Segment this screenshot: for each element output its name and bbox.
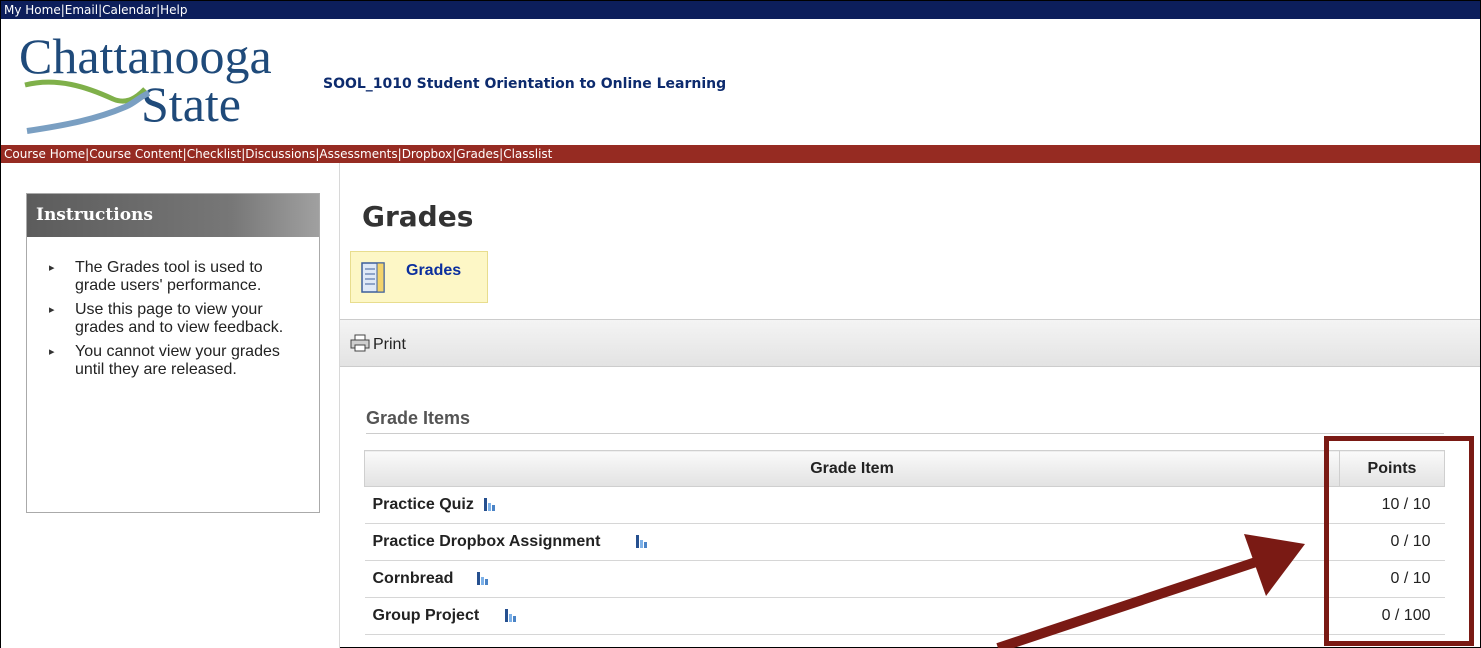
table-row: Group Project 0 / 100 xyxy=(364,597,1445,635)
statistics-icon[interactable] xyxy=(636,534,648,548)
column-header-grade-item: Grade Item xyxy=(364,450,1340,487)
grades-table: Grade Item Points Practice Quiz 10 / 10 … xyxy=(364,450,1445,635)
nav-classlist[interactable]: Classlist xyxy=(503,147,552,161)
instructions-panel: Instructions The Grades tool is used to … xyxy=(26,193,320,513)
statistics-icon[interactable] xyxy=(483,497,496,511)
nav-grades[interactable]: Grades xyxy=(456,147,499,161)
grade-items-heading: Grade Items xyxy=(366,408,471,428)
logo-text-line2: State xyxy=(141,76,241,132)
grade-item-name: Group Project xyxy=(372,607,480,624)
course-nav-bar: Course Home|Course Content|Checklist|Dis… xyxy=(1,145,1480,163)
nav-course-home[interactable]: Course Home xyxy=(4,147,85,161)
nav-assessments[interactable]: Assessments xyxy=(319,147,397,161)
sidebar: Instructions The Grades tool is used to … xyxy=(1,163,340,648)
instructions-list: The Grades tool is used to grade users' … xyxy=(27,237,319,379)
statistics-icon[interactable] xyxy=(477,571,489,585)
top-link-calendar[interactable]: Calendar xyxy=(102,3,156,17)
grades-tab[interactable]: Grades xyxy=(350,251,488,303)
grade-item-cell: Practice Quiz xyxy=(364,486,1340,524)
grade-item-name: Practice Dropbox Assignment xyxy=(372,533,601,550)
table-row: Practice Quiz 10 / 10 xyxy=(364,486,1445,524)
grade-item-cell: Group Project xyxy=(364,597,1340,635)
page-title: Grades xyxy=(362,200,474,233)
top-link-help[interactable]: Help xyxy=(160,3,187,17)
statistics-icon[interactable] xyxy=(505,608,517,622)
grades-book-icon xyxy=(361,262,385,293)
nav-dropbox[interactable]: Dropbox xyxy=(402,147,453,161)
printer-icon xyxy=(350,334,370,352)
points-highlight-box xyxy=(1324,436,1474,646)
toolbar: Print xyxy=(340,319,1480,367)
table-header-row: Grade Item Points xyxy=(364,450,1445,487)
top-links-bar: My Home|Email|Calendar|Help xyxy=(1,1,1480,19)
print-button[interactable]: Print xyxy=(350,334,406,354)
instruction-item: The Grades tool is used to grade users' … xyxy=(49,259,305,295)
course-title[interactable]: SOOL_1010 Student Orientation to Online … xyxy=(323,76,726,92)
grade-item-name: Practice Quiz xyxy=(372,496,474,513)
table-row: Practice Dropbox Assignment 0 / 10 xyxy=(364,523,1445,561)
nav-checklist[interactable]: Checklist xyxy=(187,147,242,161)
divider xyxy=(366,433,1444,434)
nav-course-content[interactable]: Course Content xyxy=(89,147,182,161)
grade-item-name: Cornbread xyxy=(372,570,454,587)
course-header: Chattanooga State SOOL_1010 Student Orie… xyxy=(1,19,1480,146)
instructions-title: Instructions xyxy=(27,194,319,237)
instruction-item: Use this page to view your grades and to… xyxy=(49,301,305,337)
main-content: Grades Grades Print Grade Items Grade It… xyxy=(340,163,1480,648)
top-link-my-home[interactable]: My Home xyxy=(4,3,61,17)
print-label: Print xyxy=(373,336,406,353)
logo-swoosh-green xyxy=(24,79,147,104)
grades-tab-label: Grades xyxy=(406,262,462,279)
grade-item-cell: Cornbread xyxy=(364,560,1340,598)
grade-item-cell: Practice Dropbox Assignment xyxy=(364,523,1340,561)
top-link-email[interactable]: Email xyxy=(65,3,98,17)
table-row: Cornbread 0 / 10 xyxy=(364,560,1445,598)
instruction-item: You cannot view your grades until they a… xyxy=(49,343,305,379)
chattanooga-state-logo[interactable]: Chattanooga State xyxy=(17,27,287,137)
nav-discussions[interactable]: Discussions xyxy=(245,147,315,161)
